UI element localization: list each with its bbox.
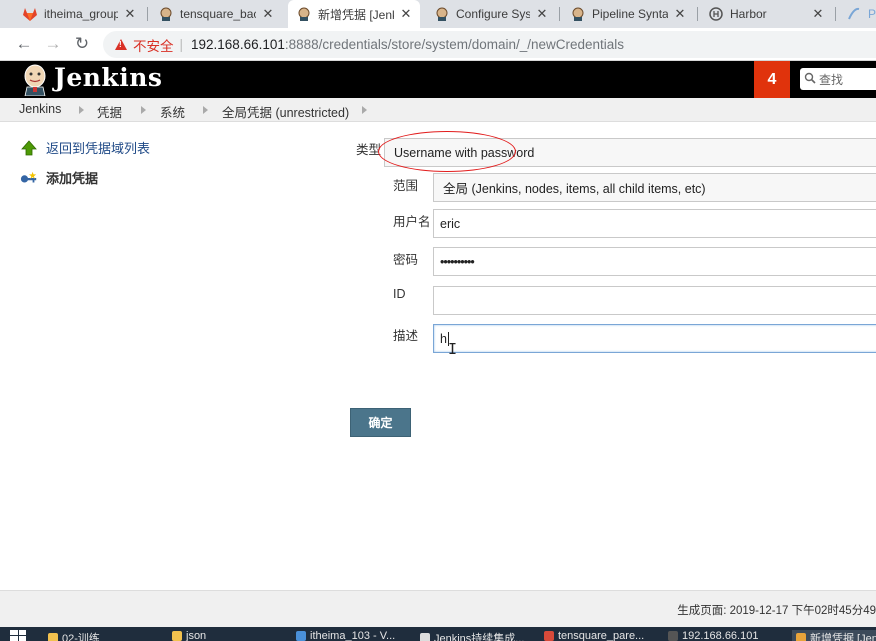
breadcrumb-system[interactable]: 系统 [160, 102, 185, 121]
gitlab-icon [22, 6, 38, 22]
kind-select[interactable]: Username with password [384, 138, 876, 167]
password-label: 密码 [393, 253, 419, 267]
password-field[interactable]: •••••••••• [433, 247, 876, 276]
insecure-label: 不安全 [133, 38, 174, 54]
close-icon[interactable]: ✕ [534, 6, 550, 22]
close-icon[interactable]: ✕ [398, 6, 414, 22]
scope-select[interactable]: 全局 (Jenkins, nodes, items, all child ite… [433, 173, 876, 202]
tab-tensquare-back[interactable]: tensquare_bac ✕ [150, 0, 282, 28]
jenkins-icon [434, 6, 450, 22]
browser-window: itheima_group ✕ tensquare_bac ✕ 新增凭据 [Je… [0, 0, 876, 641]
tab-separator [697, 7, 698, 21]
tab-new-credentials[interactable]: 新增凭据 [Jenki ✕ [288, 0, 420, 28]
page-footer: 生成页面: 2019-12-17 下午02时45分49 [0, 590, 876, 627]
forward-arrow-icon[interactable]: → [43, 34, 63, 54]
jenkins-logo-icon[interactable] [20, 64, 50, 97]
taskbar-item[interactable]: 02-训练 [48, 630, 100, 641]
tab-itheima-group[interactable]: itheima_group ✕ [14, 0, 144, 28]
username-field[interactable]: eric [433, 209, 876, 238]
browser-toolbar: ← → ↻ 不安全 | 192.168.66.101:8888/credenti… [0, 28, 876, 61]
jenkins-header: Jenkins [0, 61, 876, 98]
taskbar-item[interactable]: 新增凭据 [Jen [792, 630, 876, 641]
breadcrumb-arrow-icon[interactable] [79, 106, 84, 114]
taskbar-item[interactable]: 192.168.66.101 [668, 630, 758, 641]
terminal-icon [668, 631, 678, 641]
breadcrumb-jenkins[interactable]: Jenkins [19, 102, 61, 116]
tab-pipeline-syntax[interactable]: Pipeline Synta ✕ [562, 0, 694, 28]
close-icon[interactable]: ✕ [122, 6, 138, 22]
ibeam-cursor-icon: I [448, 340, 458, 358]
tab-configure-system[interactable]: Configure Syst ✕ [426, 0, 556, 28]
description-value: h [440, 331, 447, 346]
page-icon [846, 6, 862, 22]
key-icon [20, 169, 38, 187]
search-placeholder: 查找 [819, 72, 844, 87]
jenkins-icon [296, 6, 312, 22]
search-icon [804, 72, 816, 87]
warning-icon [115, 39, 127, 50]
tab-separator [559, 7, 560, 21]
breadcrumb-arrow-icon[interactable] [362, 106, 367, 114]
close-icon[interactable]: ✕ [260, 6, 276, 22]
back-arrow-icon[interactable]: ← [14, 34, 34, 54]
generated-timestamp: 生成页面: 2019-12-17 下午02时45分49 [677, 605, 876, 617]
breadcrumb-arrow-icon[interactable] [203, 106, 208, 114]
sidebar-item-back[interactable]: 返回到凭据域列表 [20, 138, 150, 157]
close-icon[interactable]: ✕ [672, 6, 688, 22]
notification-badge[interactable]: 4 [754, 61, 790, 98]
tab-strip: itheima_group ✕ tensquare_bac ✕ 新增凭据 [Je… [0, 0, 876, 28]
chrome-icon [796, 633, 806, 641]
taskbar-item[interactable]: itheima_103 - V... [296, 630, 395, 641]
kind-label: 类型 [356, 143, 382, 157]
document-icon [420, 633, 430, 641]
scope-label: 范围 [393, 179, 419, 193]
jenkins-icon [158, 6, 174, 22]
password-value: •••••••••• [440, 254, 475, 269]
description-label: 描述 [393, 329, 419, 343]
os-taskbar: 02-训练 json itheima_103 - V... Jenkins持续集… [0, 627, 876, 641]
kind-value: Username with password [394, 145, 535, 160]
id-label: ID [393, 287, 406, 301]
username-label: 用户名 [393, 215, 431, 229]
tab-harbor[interactable]: Harbor ✕ [700, 0, 832, 28]
taskbar-item[interactable]: Jenkins持续集成... [420, 630, 524, 641]
vm-icon [296, 631, 306, 641]
folder-icon [48, 633, 58, 641]
breadcrumb-arrow-icon[interactable] [141, 106, 146, 114]
breadcrumb-global-credentials[interactable]: 全局凭据 (unrestricted) [222, 102, 349, 121]
username-value: eric [440, 216, 461, 231]
url-host: 192.168.66.101 [191, 37, 285, 52]
sidebar-item-add-credentials[interactable]: 添加凭据 [20, 168, 98, 187]
submit-button[interactable]: 确定 [350, 408, 411, 437]
url-path: :8888/credentials/store/system/domain/_/… [284, 37, 625, 52]
ide-icon [544, 631, 554, 641]
up-arrow-icon [20, 139, 38, 157]
sidebar-item-label: 返回到凭据域列表 [46, 141, 151, 156]
scope-value: 全局 (Jenkins, nodes, items, all child ite… [443, 182, 706, 196]
windows-start-icon[interactable] [10, 630, 26, 641]
id-field[interactable] [433, 286, 876, 315]
folder-icon [172, 631, 182, 641]
close-icon[interactable]: ✕ [810, 6, 826, 22]
harbor-icon [708, 6, 724, 22]
jenkins-icon [570, 6, 586, 22]
breadcrumb-credentials[interactable]: 凭据 [97, 102, 122, 121]
tab-separator [147, 7, 148, 21]
address-divider: | [179, 37, 184, 52]
reload-icon[interactable]: ↻ [72, 34, 92, 54]
description-field[interactable]: h [433, 324, 876, 353]
sidebar-item-label: 添加凭据 [46, 171, 99, 186]
taskbar-item[interactable]: json [172, 630, 206, 641]
tab-separator [835, 7, 836, 21]
search-box[interactable]: 查找 [800, 68, 876, 90]
tab-partial[interactable]: Pr [838, 0, 876, 28]
address-bar[interactable]: 不安全 | 192.168.66.101:8888/credentials/st… [103, 31, 876, 58]
breadcrumb: Jenkins 凭据 系统 全局凭据 (unrestricted) [0, 98, 876, 122]
jenkins-title[interactable]: Jenkins [54, 63, 162, 92]
taskbar-item[interactable]: tensquare_pare... [544, 630, 644, 641]
